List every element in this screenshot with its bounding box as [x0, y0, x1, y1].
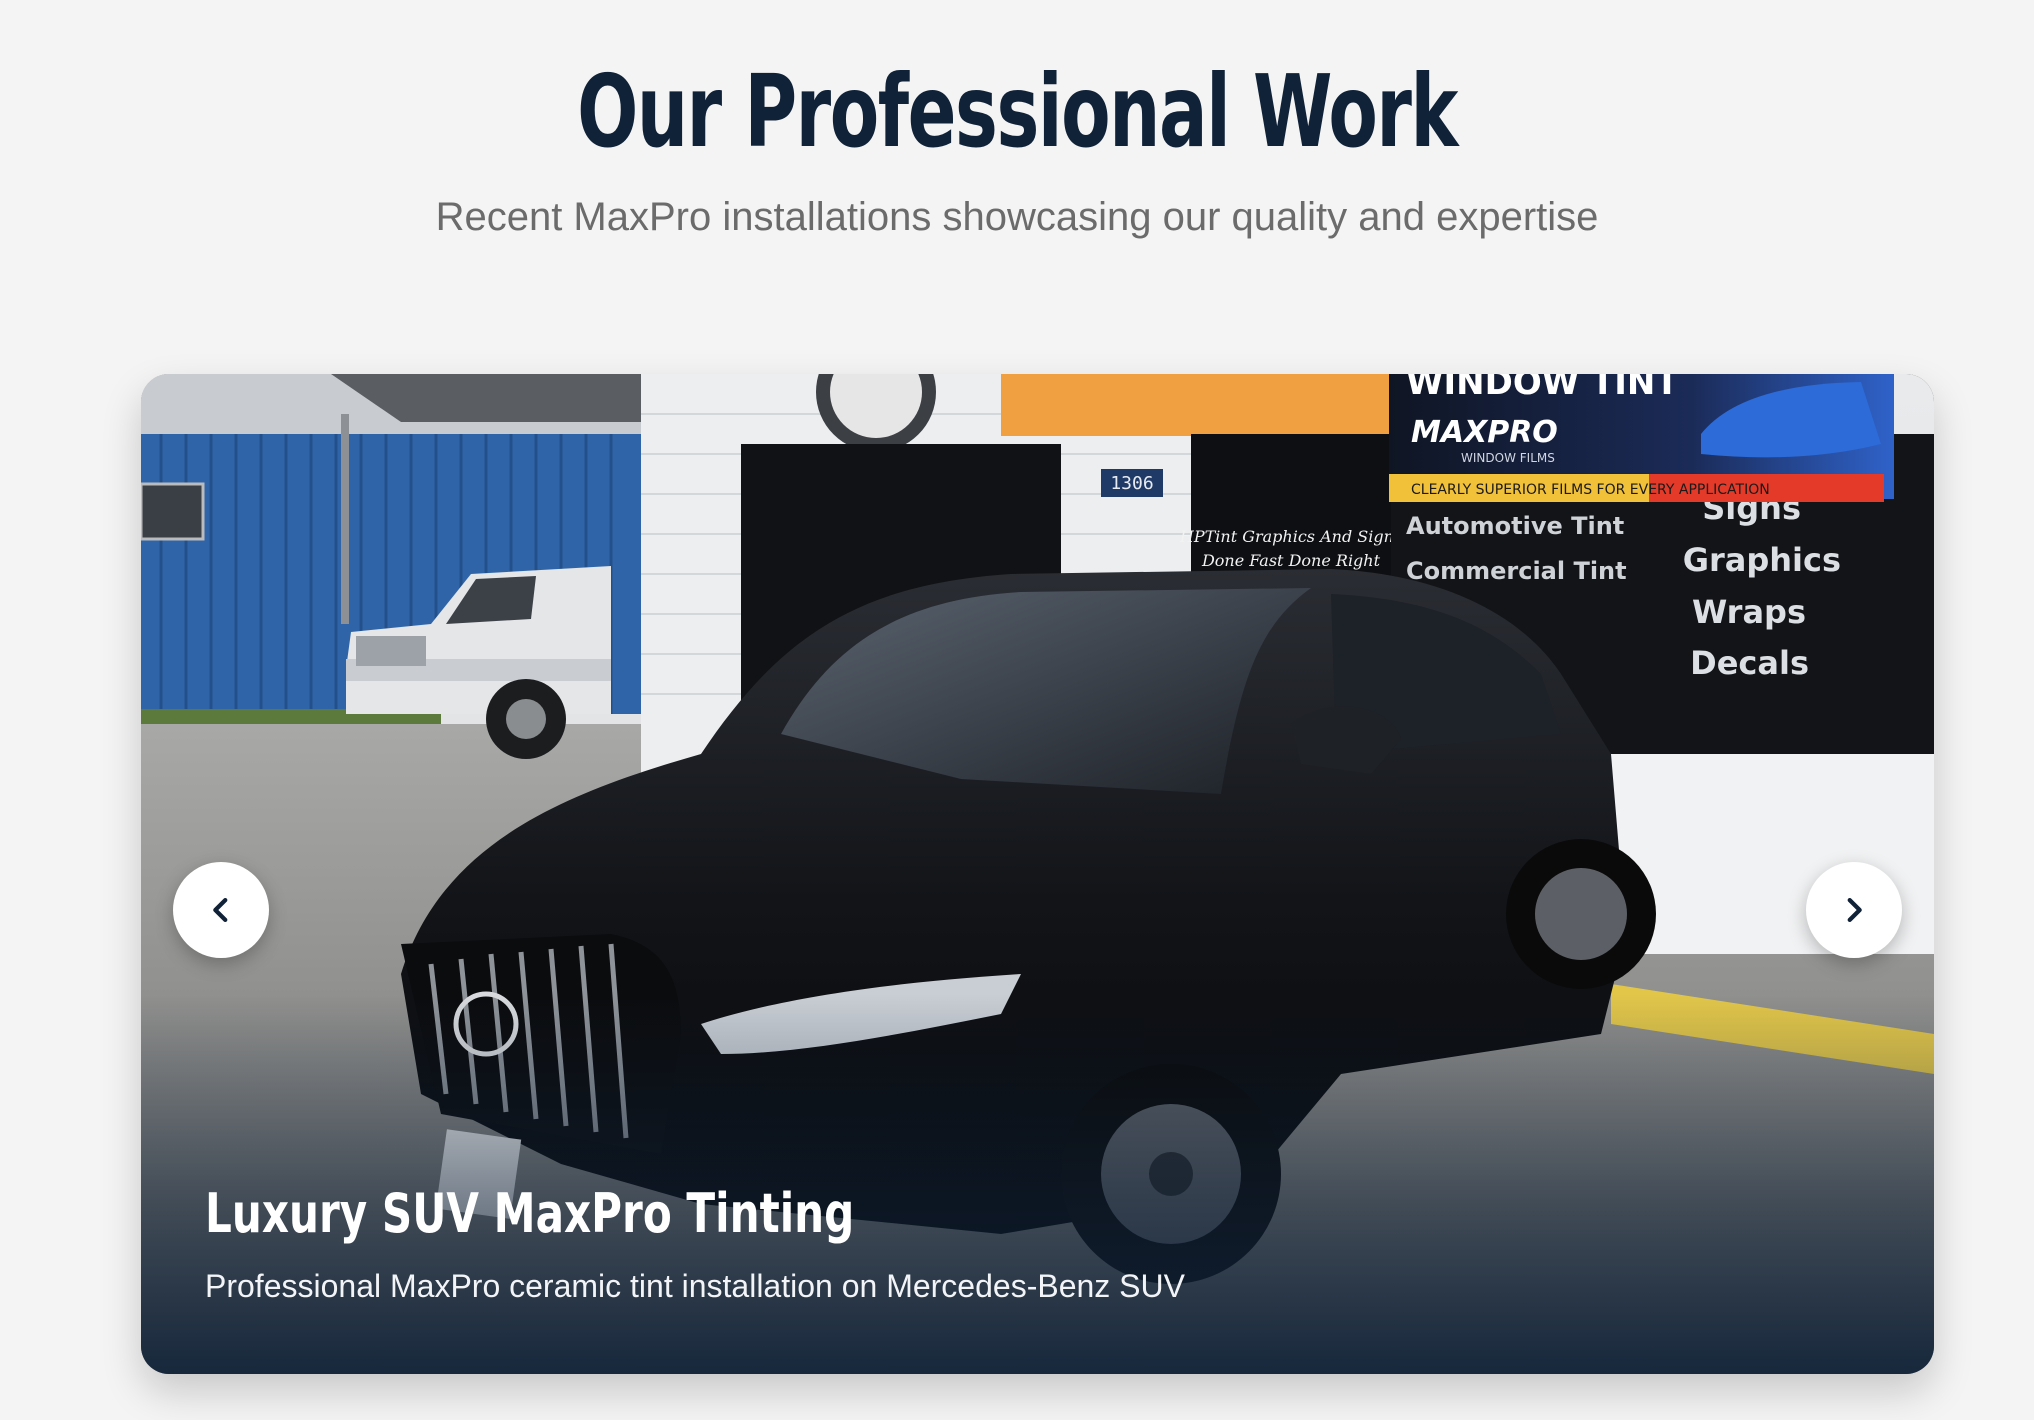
slide-description: Professional MaxPro ceramic tint install… — [205, 1268, 1185, 1304]
chevron-right-icon — [1847, 897, 1862, 923]
carousel-prev-button[interactable] — [173, 862, 269, 958]
svg-text:Decals: Decals — [1690, 644, 1809, 682]
svg-text:1306: 1306 — [1110, 473, 1153, 494]
chevron-left-icon — [213, 897, 228, 923]
work-gallery-section: Our Professional Work Recent MaxPro inst… — [0, 0, 2034, 1420]
svg-text:Commercial Tint: Commercial Tint — [1406, 557, 1627, 585]
svg-text:Wraps: Wraps — [1692, 593, 1806, 631]
svg-text:Done Fast Done Right: Done Fast Done Right — [1201, 551, 1381, 570]
section-subtitle: Recent MaxPro installations showcasing o… — [435, 195, 1599, 239]
work-carousel: 1306 HPTint Graphics And Signs Done Fast… — [141, 374, 1934, 1374]
svg-text:WINDOW FILMS: WINDOW FILMS — [1461, 451, 1555, 465]
svg-text:CLEARLY SUPERIOR FILMS FOR EVE: CLEARLY SUPERIOR FILMS FOR EVERY APPLICA… — [1411, 482, 1770, 498]
svg-text:HPTint Graphics And Signs: HPTint Graphics And Signs — [1179, 527, 1402, 546]
carousel-next-button[interactable] — [1806, 862, 1902, 958]
svg-text:Automotive Tint: Automotive Tint — [1406, 512, 1624, 540]
slide-title: Luxury SUV MaxPro Tinting — [205, 1182, 855, 1245]
section-title: Our Professional Work — [577, 53, 1458, 170]
svg-text:WINDOW TINT: WINDOW TINT — [1406, 374, 1679, 403]
svg-text:MAXPRO: MAXPRO — [1411, 415, 1558, 450]
svg-text:Graphics: Graphics — [1683, 541, 1841, 579]
